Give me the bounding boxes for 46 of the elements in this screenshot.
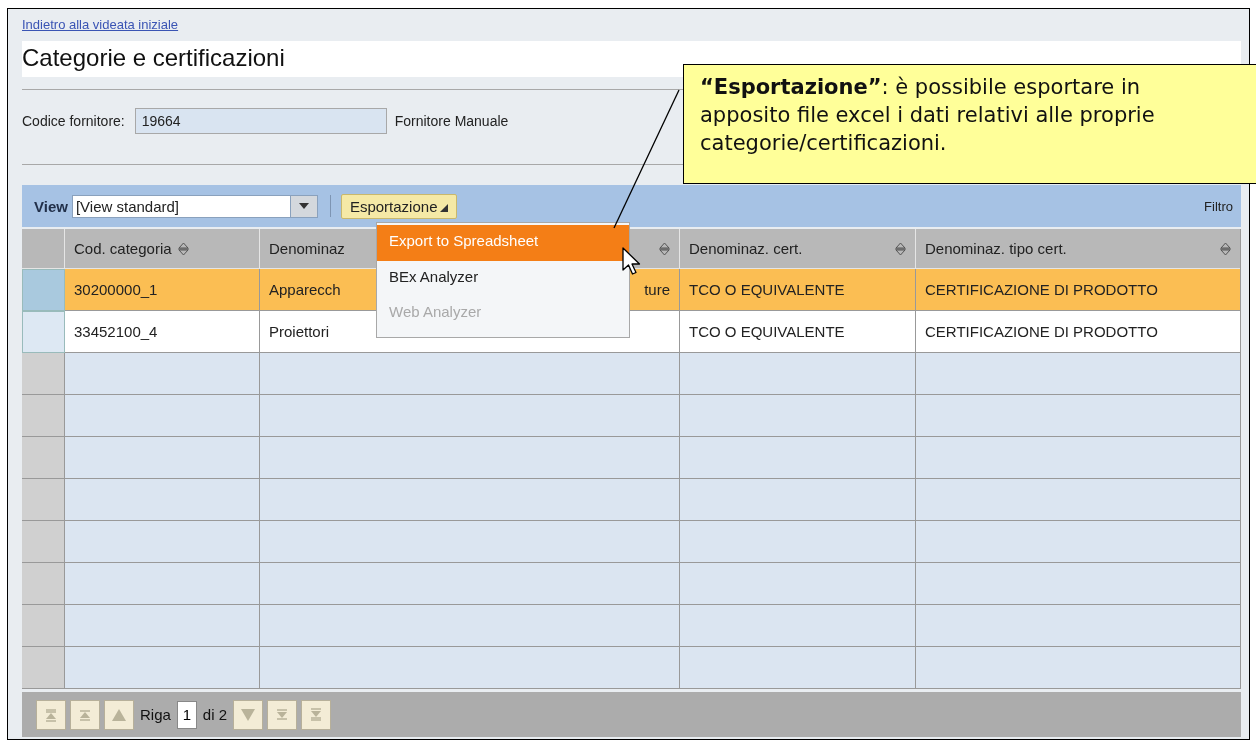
caret-icon xyxy=(298,203,309,209)
row-selector[interactable] xyxy=(22,311,65,353)
row-number-field[interactable]: 1 xyxy=(176,700,197,729)
first-row-button[interactable] xyxy=(36,699,66,730)
row-selector[interactable] xyxy=(22,647,65,689)
row-down-button[interactable] xyxy=(233,699,264,730)
row-label: Riga xyxy=(140,706,171,723)
table-cell: TCO O EQUIVALENTE xyxy=(680,269,916,311)
view-value: [View standard] xyxy=(74,196,181,217)
table-cell: ture xyxy=(644,281,670,298)
header-selector xyxy=(22,229,65,269)
table-cell: Apparecch xyxy=(269,281,341,298)
supplier-name: Fornitore Manuale xyxy=(394,113,509,129)
row-selector[interactable] xyxy=(22,353,65,395)
row-total: di 2 xyxy=(202,706,228,723)
view-dropdown[interactable]: [View standard] xyxy=(71,194,318,218)
row-selector[interactable] xyxy=(22,437,65,479)
back-link[interactable]: Indietro alla videata iniziale xyxy=(22,17,179,32)
table-cell: 30200000_1 xyxy=(65,269,260,311)
menu-item[interactable]: BEx Analyzer xyxy=(377,261,629,296)
table-cell: CERTIFICAZIONE DI PRODOTTO xyxy=(916,311,1240,353)
page-up-button[interactable] xyxy=(70,699,100,730)
table-cell: 33452100_4 xyxy=(65,311,260,353)
last-row-button[interactable] xyxy=(301,699,332,730)
caret-icon xyxy=(440,204,449,212)
row-up-button[interactable] xyxy=(104,699,134,730)
row-selector[interactable] xyxy=(22,605,65,647)
table-cell: TCO O EQUIVALENTE xyxy=(680,311,916,353)
row-selector[interactable] xyxy=(22,563,65,605)
page-down-button[interactable] xyxy=(267,699,298,730)
row-selector[interactable] xyxy=(22,479,65,521)
filter-link[interactable]: Filtro xyxy=(1204,198,1233,214)
row-selector[interactable] xyxy=(22,521,65,563)
up-arrow-icon xyxy=(43,706,59,723)
row-selector[interactable] xyxy=(22,395,65,437)
column-header[interactable]: Denominaz. tipo cert. xyxy=(916,229,1240,269)
field-label: Codice fornitore: xyxy=(22,113,125,129)
callout-text: “Esportazione”: è possibile esportare in apposito file excel i dati relativi alle proprie categorie/certificazioni. xyxy=(700,74,1156,157)
row-selector[interactable] xyxy=(22,269,65,311)
column-header[interactable]: Denominaz. cert. xyxy=(680,229,916,269)
column-header[interactable]: Cod. categoria xyxy=(65,229,260,269)
supplier-code-field[interactable]: 19664 xyxy=(134,108,387,134)
export-button[interactable]: Esportazione xyxy=(340,193,458,219)
view-label: View xyxy=(34,197,68,215)
down-arrow-icon xyxy=(240,706,257,723)
table-cell: CERTIFICAZIONE DI PRODOTTO xyxy=(916,269,1240,311)
